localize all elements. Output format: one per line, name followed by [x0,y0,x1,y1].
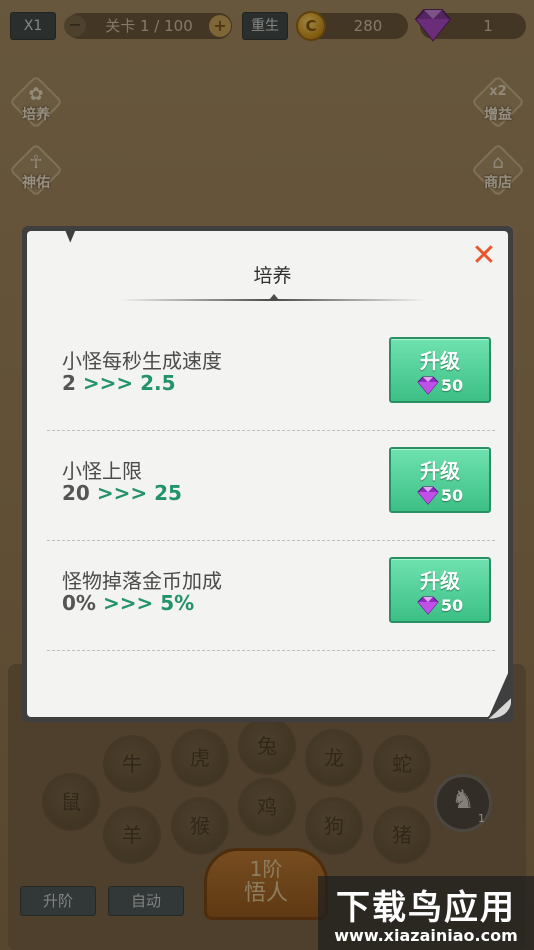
row-divider [47,650,495,651]
gem-icon [417,596,439,615]
watermark-title: 下载鸟应用 [336,888,516,928]
page-curl-icon [484,694,513,722]
value-arrow: >>> [82,371,134,395]
watermark-url: www.xiazainiao.com [334,926,518,945]
upgrade-row: 怪物掉落金币加成 0% >>> 5% 升级 50 [47,541,495,651]
upgrade-name: 小怪每秒生成速度 [62,349,222,373]
upgrade-cost-value: 50 [440,596,464,615]
close-icon[interactable]: ✕ [469,241,499,271]
upgrade-cost: 50 [391,376,489,395]
upgrade-cost: 50 [391,596,489,615]
title-divider-notch [269,294,279,300]
value-from: 20 [62,481,90,505]
upgrade-button-label: 升级 [420,459,460,483]
upgrade-values: 0% >>> 5% [62,591,194,615]
watermark: 下载鸟应用 www.xiazainiao.com [318,876,534,950]
dialog-title: 培养 [253,265,292,287]
upgrade-button-label: 升级 [420,569,460,593]
value-arrow: >>> [96,481,148,505]
value-from: 0% [62,591,96,615]
upgrade-values: 20 >>> 25 [62,481,182,505]
upgrade-values: 2 >>> 2.5 [62,371,176,395]
upgrade-button-label: 升级 [420,349,460,373]
value-to: 5% [160,591,195,615]
game-screen: X1 关卡 1 / 100 − + 重生 280 C 1 ✿ 培养 ☥ 神佑 x… [0,0,534,950]
upgrade-cost: 50 [391,486,489,505]
gem-icon [417,486,439,505]
train-dialog: 培养 ✕ 小怪每秒生成速度 2 >>> 2.5 升级 50 小怪上限 20 >>… [22,226,513,722]
value-arrow: >>> [102,591,154,615]
upgrade-button[interactable]: 升级 50 [389,447,491,513]
upgrade-name: 怪物掉落金币加成 [62,569,222,593]
upgrade-button[interactable]: 升级 50 [389,337,491,403]
upgrade-button[interactable]: 升级 50 [389,557,491,623]
value-to: 25 [154,481,182,505]
upgrade-name: 小怪上限 [62,459,142,483]
upgrade-cost-value: 50 [440,486,464,505]
gem-icon [417,376,439,395]
upgrade-cost-value: 50 [440,376,464,395]
value-from: 2 [62,371,76,395]
value-to: 2.5 [140,371,176,395]
dialog-paper: 培养 ✕ 小怪每秒生成速度 2 >>> 2.5 升级 50 小怪上限 20 >>… [27,231,508,717]
upgrade-row: 小怪上限 20 >>> 25 升级 50 [47,431,495,541]
upgrade-row: 小怪每秒生成速度 2 >>> 2.5 升级 50 [47,321,495,431]
